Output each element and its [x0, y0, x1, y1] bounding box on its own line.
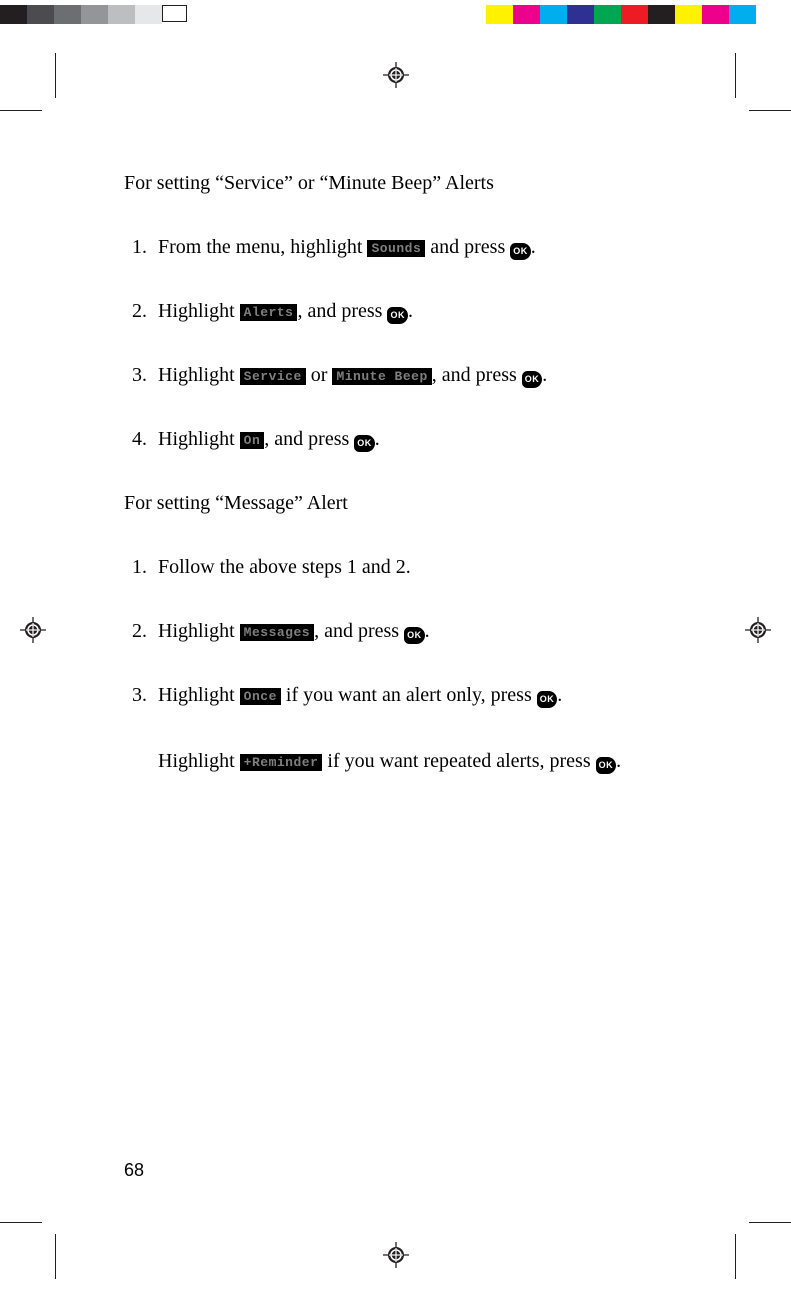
menu-label-once: Once [240, 688, 281, 705]
print-calibration-strip [0, 5, 791, 24]
crop-mark [0, 110, 42, 111]
registration-mark-icon [745, 617, 771, 643]
menu-label-on: On [240, 432, 265, 449]
menu-label-messages: Messages [240, 624, 314, 641]
crop-mark [749, 1222, 791, 1223]
text: if you want an alert only, press [281, 684, 537, 706]
crop-mark [55, 1234, 56, 1279]
step-a2: Highlight Alerts, and press OK. [152, 296, 684, 326]
text: Highlight [158, 364, 240, 386]
registration-mark-icon [20, 617, 46, 643]
registration-mark-icon [383, 62, 409, 88]
ok-button-icon: OK [404, 627, 425, 644]
page-content: For setting “Service” or “Minute Beep” A… [124, 170, 684, 810]
text: Highlight [158, 428, 240, 450]
text: or [306, 364, 333, 386]
crop-mark [735, 1234, 736, 1279]
color-swatches [486, 5, 756, 28]
ok-button-icon: OK [510, 243, 531, 260]
crop-mark [55, 53, 56, 98]
grayscale-swatches [0, 5, 187, 28]
step-a4: Highlight On, and press OK. [152, 424, 684, 454]
text: From the menu, highlight [158, 236, 367, 258]
ok-button-icon: OK [537, 691, 558, 708]
section-heading-service-minute: For setting “Service” or “Minute Beep” A… [124, 170, 684, 196]
steps-list-b: Follow the above steps 1 and 2. Highligh… [124, 552, 684, 710]
page-number: 68 [124, 1160, 144, 1181]
menu-label-alerts: Alerts [240, 304, 298, 321]
crop-mark [749, 110, 791, 111]
text: Highlight [158, 684, 240, 706]
text: Highlight [158, 620, 240, 642]
ok-button-icon: OK [354, 435, 375, 452]
steps-list-a: From the menu, highlight Sounds and pres… [124, 232, 684, 454]
step-a3: Highlight Service or Minute Beep, and pr… [152, 360, 684, 390]
ok-button-icon: OK [522, 371, 543, 388]
step-a1: From the menu, highlight Sounds and pres… [152, 232, 684, 262]
step-b2: Highlight Messages, and press OK. [152, 616, 684, 646]
text: , and press [264, 428, 354, 450]
crop-mark [0, 1222, 42, 1223]
menu-label-sounds: Sounds [367, 240, 425, 257]
text: Highlight [158, 300, 240, 322]
text: , and press [297, 300, 387, 322]
text: Highlight [158, 750, 240, 772]
menu-label-minute-beep: Minute Beep [332, 368, 431, 385]
step-b1: Follow the above steps 1 and 2. [152, 552, 684, 582]
text: , and press [314, 620, 404, 642]
step-b3-continued: Highlight +Reminder if you want repeated… [158, 746, 684, 776]
step-b3: Highlight Once if you want an alert only… [152, 680, 684, 710]
registration-mark-icon [383, 1242, 409, 1268]
crop-mark [735, 53, 736, 98]
menu-label-reminder: +Reminder [240, 754, 323, 771]
text: , and press [432, 364, 522, 386]
menu-label-service: Service [240, 368, 306, 385]
text: if you want repeated alerts, press [322, 750, 595, 772]
text: and press [425, 236, 510, 258]
section-heading-message: For setting “Message” Alert [124, 490, 684, 516]
ok-button-icon: OK [596, 757, 617, 774]
ok-button-icon: OK [387, 307, 408, 324]
